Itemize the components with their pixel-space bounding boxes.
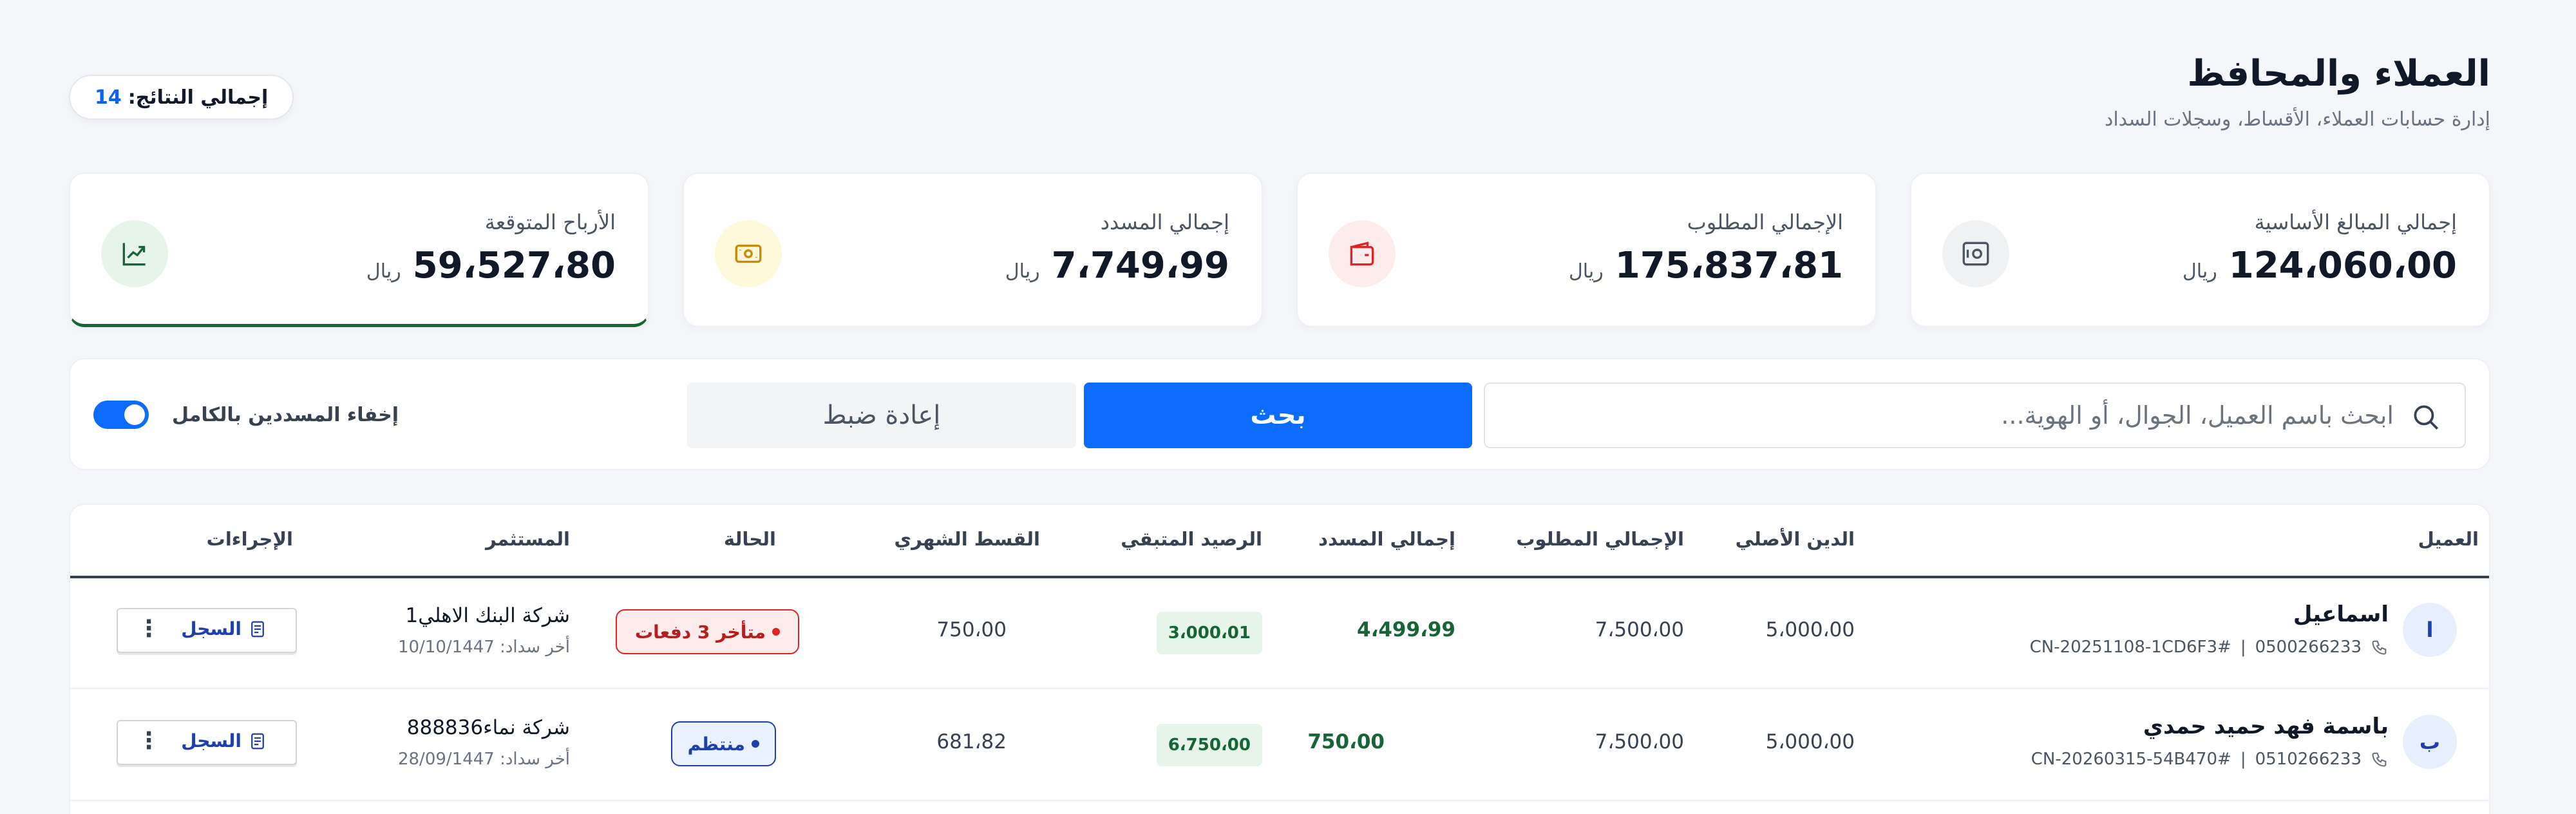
client-code: CN-20260315-54B470# xyxy=(2031,750,2231,769)
monthly-installment: 681،82 xyxy=(936,730,1007,753)
record-button[interactable]: السجل xyxy=(181,618,267,639)
remaining-balance: 6،750،00 xyxy=(1156,724,1262,766)
trend-up-icon xyxy=(101,220,168,287)
page-title: العملاء والمحافظ xyxy=(2187,53,2490,95)
toggle-knob xyxy=(124,404,145,425)
col-remaining: الرصيد المتبقي xyxy=(1121,528,1262,550)
last-payment-date: أخر سداد: 10/10/1447 xyxy=(397,638,570,657)
status-dot xyxy=(752,740,759,748)
reset-button[interactable]: إعادة ضبط xyxy=(687,383,1076,448)
page: العملاء والمحافظ إدارة حسابات العملاء، ا… xyxy=(69,0,2490,814)
results-count-label: إجمالي النتائج: xyxy=(128,86,269,109)
stat-label: إجمالي المبالغ الأساسية xyxy=(2254,210,2457,234)
col-total-required: الإجمالي المطلوب xyxy=(1516,528,1684,550)
record-label: السجل xyxy=(181,618,242,639)
client-code: CN-20251108-1CD6F3# xyxy=(2029,638,2231,657)
results-count-badge: إجمالي النتائج: 14 xyxy=(69,75,294,120)
avatar: ا xyxy=(2403,603,2457,657)
page-header: العملاء والمحافظ إدارة حسابات العملاء، ا… xyxy=(69,53,2490,137)
investor-name: شركة البنك الاهلي1 xyxy=(405,604,570,627)
client-name[interactable]: اسماعيل xyxy=(2293,601,2389,627)
stat-label: الإجمالي المطلوب xyxy=(1687,210,1843,234)
results-count-value: 14 xyxy=(95,86,122,109)
table-row[interactable]: ب باسمة فهد حميد حمدي 0510266233 | CN-20… xyxy=(70,690,2489,801)
search-button[interactable]: بحث xyxy=(1084,383,1472,448)
investor-name: شركة نماء888836 xyxy=(406,716,570,739)
document-icon xyxy=(251,733,264,749)
hide-paid-toggle[interactable] xyxy=(93,401,149,429)
stat-value: 7،749،99 ريال xyxy=(1005,245,1229,287)
stat-amount: 175،837،81 xyxy=(1615,245,1843,287)
client-meta: 0500266233 | CN-20251108-1CD6F3# xyxy=(2030,638,2389,657)
stat-currency: ريال xyxy=(2182,260,2217,283)
status-text: منتظم xyxy=(687,733,745,755)
search-placeholder: ابحث باسم العميل، الجوال، أو الهوية... xyxy=(2001,401,2394,430)
meta-divider: | xyxy=(2240,750,2246,769)
stat-label: الأرباح المتوقعة xyxy=(484,210,616,234)
stat-value: 59،527،80 ريال xyxy=(366,245,616,287)
client-phone: 0510266233 xyxy=(2255,750,2362,769)
hide-paid-label: إخفاء المسددين بالكامل xyxy=(172,403,399,426)
total-paid: 4،499،99 xyxy=(1357,618,1455,641)
col-client: العميل xyxy=(2418,528,2479,550)
record-label: السجل xyxy=(181,730,242,752)
stat-card-total-required: الإجمالي المطلوب 175،837،81 ريال xyxy=(1296,173,1877,327)
safe-icon xyxy=(1942,220,2009,287)
search-toolbar: ابحث باسم العميل، الجوال، أو الهوية... ب… xyxy=(69,358,2490,470)
document-icon xyxy=(251,621,264,637)
stat-amount: 59،527،80 xyxy=(412,245,616,287)
stat-value: 124،060،00 ريال xyxy=(2183,245,2457,287)
last-payment-date: أخر سداد: 28/09/1447 xyxy=(397,750,570,769)
more-options-icon[interactable]: ⋮ xyxy=(137,728,160,754)
page-subtitle: إدارة حسابات العملاء، الأقساط، وسجلات ال… xyxy=(2104,108,2490,131)
stat-amount: 124،060،00 xyxy=(2228,245,2457,287)
total-required: 7،500،00 xyxy=(1595,730,1684,753)
search-input[interactable]: ابحث باسم العميل، الجوال، أو الهوية... xyxy=(1484,383,2466,448)
hide-paid-toggle-group: إخفاء المسددين بالكامل xyxy=(93,395,399,434)
col-monthly: القسط الشهري xyxy=(894,528,1040,550)
monthly-installment: 750،00 xyxy=(936,618,1007,641)
table-row[interactable]: ا اسماعيل 0500266233 | CN-20251108-1CD6F… xyxy=(70,578,2489,689)
stat-card-base-amounts: إجمالي المبالغ الأساسية 124،060،00 ريال xyxy=(1910,173,2490,327)
col-total-paid: إجمالي المسدد xyxy=(1318,528,1455,550)
row-actions: السجل ⋮ xyxy=(117,720,297,765)
row-actions: السجل ⋮ xyxy=(117,608,297,653)
avatar: ب xyxy=(2403,715,2457,769)
col-status: الحالة xyxy=(723,528,776,550)
record-button[interactable]: السجل xyxy=(181,730,267,752)
original-debt: 5،000،00 xyxy=(1765,618,1855,641)
status-badge: متأخر 3 دفعات xyxy=(615,609,799,654)
stat-currency: ريال xyxy=(1005,260,1040,283)
total-required: 7،500،00 xyxy=(1595,618,1684,641)
table-header: العميل الدين الأصلي الإجمالي المطلوب إجم… xyxy=(70,505,2489,578)
stat-currency: ريال xyxy=(366,260,401,283)
status-text: متأخر 3 دفعات xyxy=(634,621,766,643)
stat-value: 175،837،81 ريال xyxy=(1569,245,1843,287)
col-actions: الإجراءات xyxy=(206,528,293,550)
cash-icon xyxy=(715,220,782,287)
clients-table: العميل الدين الأصلي الإجمالي المطلوب إجم… xyxy=(69,504,2490,814)
stat-card-total-paid: إجمالي المسدد 7،749،99 ريال xyxy=(683,173,1263,327)
stat-amount: 7،749،99 xyxy=(1051,245,1229,287)
status-badge: منتظم xyxy=(670,721,776,766)
wallet-icon xyxy=(1329,220,1396,287)
total-paid: 750،00 xyxy=(1307,730,1385,753)
phone-icon xyxy=(2372,640,2387,655)
client-meta: 0510266233 | CN-20260315-54B470# xyxy=(2031,750,2389,769)
more-options-icon[interactable]: ⋮ xyxy=(137,616,160,642)
client-name[interactable]: باسمة فهد حميد حمدي xyxy=(2143,714,2389,739)
meta-divider: | xyxy=(2240,638,2246,657)
stat-currency: ريال xyxy=(1568,260,1604,283)
search-icon xyxy=(2414,405,2439,430)
phone-icon xyxy=(2372,752,2387,767)
remaining-balance: 3،000،01 xyxy=(1156,612,1262,654)
col-investor: المستثمر xyxy=(486,528,570,550)
status-dot xyxy=(772,628,780,636)
stat-label: إجمالي المسدد xyxy=(1100,210,1229,234)
col-original-debt: الدين الأصلي xyxy=(1735,528,1855,550)
stats-cards: إجمالي المبالغ الأساسية 124،060،00 ريال … xyxy=(69,173,2490,327)
stat-card-expected-profit: الأرباح المتوقعة 59،527،80 ريال xyxy=(69,173,649,327)
original-debt: 5،000،00 xyxy=(1765,730,1855,753)
client-phone: 0500266233 xyxy=(2255,638,2362,657)
